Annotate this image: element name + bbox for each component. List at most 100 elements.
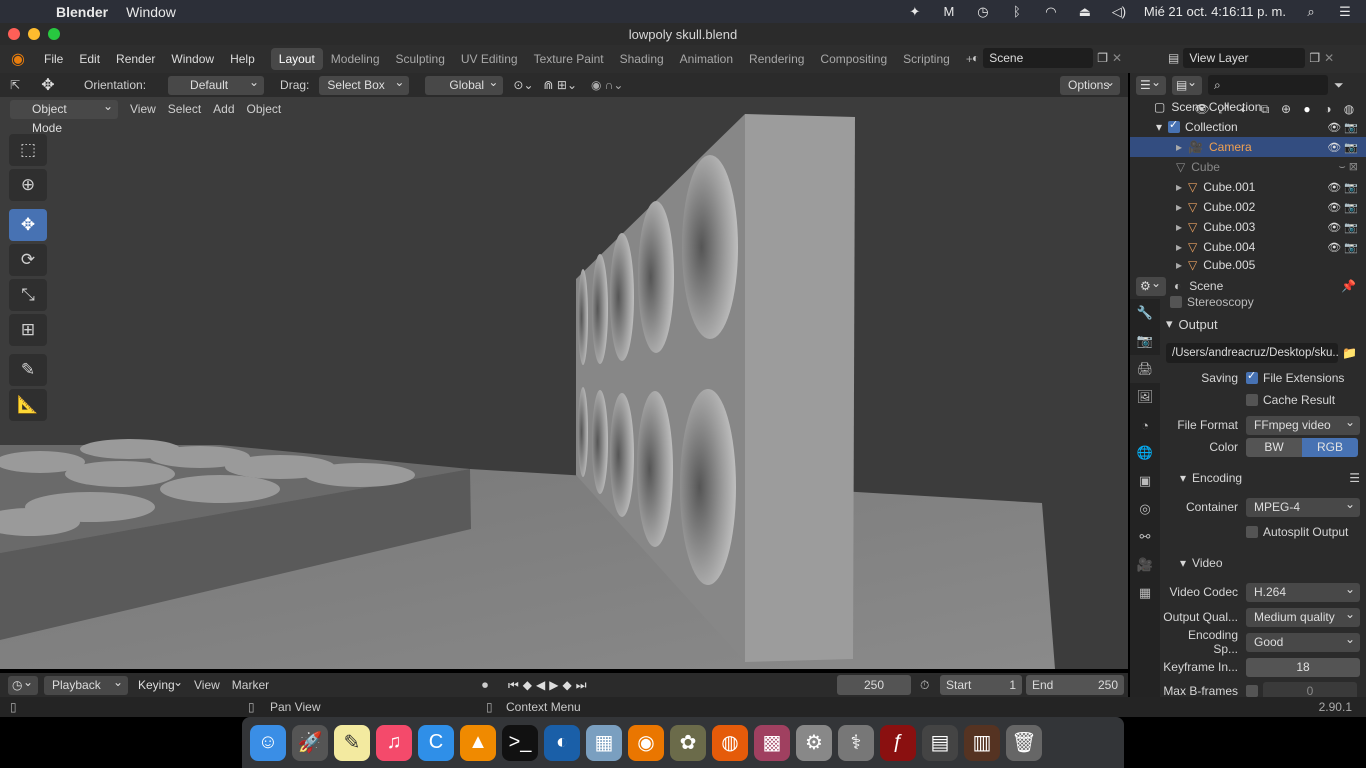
camera-visibility-icons[interactable]: 👁 📷 [1327,141,1358,154]
expand-icon[interactable]: ▸ [1176,140,1182,154]
render-tab-icon[interactable]: 📷 [1130,327,1160,355]
annotate-tool-icon[interactable]: ✎ [9,354,47,386]
container-dropdown[interactable]: MPEG-4 [1246,495,1360,517]
end-frame-field[interactable]: End 250 [1026,675,1124,695]
tool-icon[interactable]: ✦ [906,4,924,20]
outliner-item-cube-001[interactable]: ▸ ▽ Cube.001 👁 📷 [1130,177,1366,197]
output-panel-header[interactable]: ▾ Output [1166,313,1366,335]
tab-layout[interactable]: Layout [270,48,323,70]
material-shading-icon[interactable]: ◑ [1319,100,1337,118]
stopwatch-icon[interactable]: ⏱ [920,678,929,693]
close-window-button[interactable] [8,28,20,40]
expand-icon[interactable]: ▸ [1176,220,1182,234]
tab-animation[interactable]: Animation [672,48,741,70]
menu-window[interactable]: Window [163,52,222,66]
presets-icon[interactable]: ☰ [1349,471,1360,485]
snap-icon[interactable]: ⋒ ⊞⌄ [544,78,578,92]
viewport-menu-add[interactable]: Add [207,102,240,116]
record-icon[interactable]: ⏺ [482,678,488,693]
tab-sculpting[interactable]: Sculpting [388,48,453,70]
cube-001-visibility-icons[interactable]: 👁 📷 [1327,181,1358,194]
drag-dropdown[interactable]: Select Box [319,73,410,95]
color-bw-button[interactable]: BW [1246,437,1302,457]
edge-icon[interactable]: ◐ [544,724,580,761]
file-extensions-checkbox[interactable] [1246,369,1258,384]
texture-tab-icon[interactable]: ▦ [1130,579,1160,607]
wifi-icon[interactable]: ◠ [1042,4,1060,20]
utility-icon[interactable]: ⚕ [838,724,874,761]
collection-visibility-icons[interactable]: 👁 📷 [1327,121,1358,134]
select-tool-icon[interactable]: ⇱ [0,78,30,92]
notes-icon[interactable]: ✎ [334,724,370,761]
copy-scene-icon[interactable]: ❐ [1097,51,1108,65]
launchpad-icon[interactable]: 🚀 [292,724,328,761]
collection-row[interactable]: ▾ Collection 👁 📷 [1130,117,1366,137]
scene-name-field[interactable]: Scene [983,48,1094,68]
pivot-icon[interactable]: ⊙⌄ [513,78,533,92]
autosplit-checkbox[interactable] [1246,526,1258,538]
marker-menu[interactable]: Marker [226,678,275,692]
clock[interactable]: Mié 21 oct. 4:16:11 p. m. [1144,4,1286,19]
stereoscopy-panel[interactable]: Stereoscopy [1170,291,1366,313]
move-tool-button-icon[interactable]: ✥ [9,209,47,241]
overlays-icon[interactable]: ◐ [1235,100,1253,118]
video-panel-header[interactable]: ▾ Video [1180,552,1366,574]
folder-stack-icon[interactable]: ▤ [922,724,958,761]
outliner-search-input[interactable]: ⌕ [1208,75,1328,95]
flash-icon[interactable]: ƒ [880,724,916,761]
view-layer-icon[interactable]: ▤ [1168,51,1179,65]
cursor-tool-icon[interactable]: ⊕ [9,169,47,201]
firefox-icon[interactable]: ◍ [712,724,748,761]
orientation-dropdown[interactable]: Default [168,73,265,95]
eject-icon[interactable]: ⏏ [1076,4,1094,20]
outliner-item-cube[interactable]: ▽ Cube ⌣ ⊠ [1130,157,1366,177]
remove-view-layer-icon[interactable]: ✕ [1324,51,1334,65]
cache-result-checkbox[interactable] [1246,394,1258,406]
gizmo-icon[interactable]: ⤢ [1214,100,1232,118]
app-menu[interactable]: Blender [56,4,108,20]
visibility-icon[interactable]: 👁 [1193,100,1211,118]
keyframe-interval-field[interactable]: 18 [1246,657,1360,677]
transform-orientation-dropdown[interactable]: Global [425,73,504,95]
keying-menu[interactable]: Keying [132,673,188,695]
time-machine-icon[interactable]: ◷ [974,4,992,20]
scene-tab-icon[interactable]: ◔ [1130,411,1160,439]
current-frame-field[interactable]: 250 [837,675,911,695]
terminal-icon[interactable]: >_ [502,724,538,761]
expand-icon[interactable]: ▸ [1176,258,1182,272]
scene-icon[interactable]: ◐ [972,51,979,65]
tab-compositing[interactable]: Compositing [812,48,895,70]
vlc-icon[interactable]: ▲ [460,724,496,761]
encoding-speed-dropdown[interactable]: Good [1246,630,1360,652]
pixel-app-icon[interactable]: ▩ [754,724,790,761]
window-menu[interactable]: Window [126,4,176,20]
solid-shading-icon[interactable]: ● [1298,100,1316,118]
system-preferences-icon[interactable]: ⚙ [796,724,832,761]
properties-editor-icon[interactable]: ⚙ [1136,274,1166,296]
viewport-menu-view[interactable]: View [124,102,162,116]
menu-edit[interactable]: Edit [71,52,108,66]
control-center-icon[interactable]: ☰ [1336,4,1354,20]
menu-help[interactable]: Help [222,52,263,66]
editor-type-icon[interactable]: ◷ [8,673,38,695]
output-quality-dropdown[interactable]: Medium quality [1246,605,1360,627]
view-layer-field[interactable]: View Layer [1183,48,1306,68]
lite-app-icon[interactable]: C [418,724,454,761]
music-icon[interactable]: ♫ [376,724,412,761]
tab-modeling[interactable]: Modeling [323,48,388,70]
remove-scene-icon[interactable]: ✕ [1112,51,1122,65]
collection-checkbox[interactable] [1168,118,1181,133]
start-frame-field[interactable]: Start 1 [940,675,1022,695]
volume-icon[interactable]: ◁) [1110,4,1128,20]
max-bframes-checkbox[interactable] [1246,685,1258,697]
menu-file[interactable]: File [36,52,71,66]
rendered-shading-icon[interactable]: ◍ [1340,100,1358,118]
camera-data-tab-icon[interactable]: 🎥 [1130,551,1160,579]
encoding-panel-header[interactable]: ▾ Encoding ☰ [1180,467,1366,489]
wireframe-shading-icon[interactable]: ⊕ [1277,100,1295,118]
cube-003-visibility-icons[interactable]: 👁 📷 [1327,221,1358,234]
cube-visibility-icons[interactable]: ⌣ ⊠ [1338,160,1358,174]
bluetooth-icon[interactable]: ᛒ [1008,4,1026,19]
tab-texture-paint[interactable]: Texture Paint [526,48,612,70]
object-tab-icon[interactable]: ▣ [1130,467,1160,495]
